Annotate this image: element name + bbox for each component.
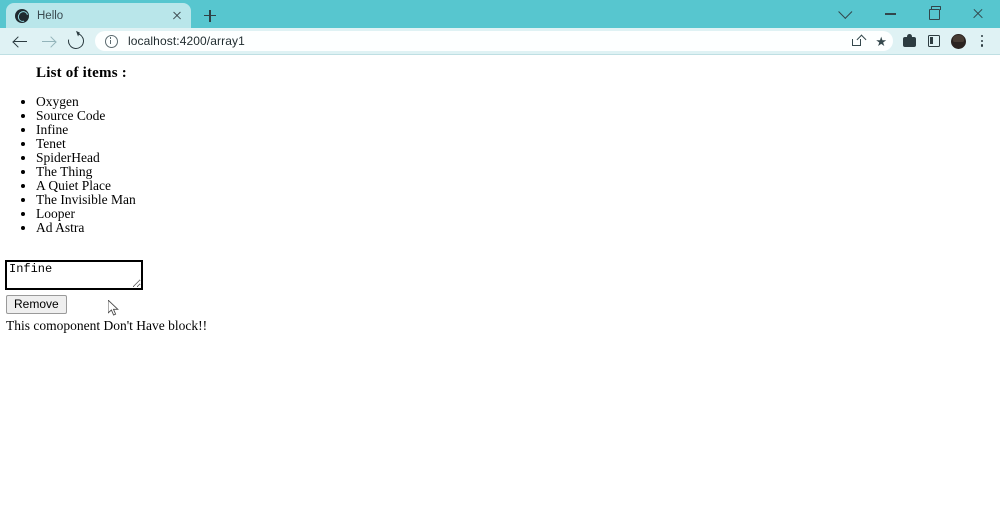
tab-search-chevron-down-icon[interactable] — [824, 0, 868, 28]
new-tab-button[interactable] — [197, 3, 223, 28]
url-text: localhost:4200/array1 — [128, 34, 245, 48]
close-window-button[interactable] — [956, 0, 1000, 28]
bookmark-star-icon[interactable]: ★ — [875, 35, 887, 48]
close-icon[interactable] — [169, 8, 185, 24]
list-item: SpiderHead — [36, 151, 136, 165]
profile-avatar[interactable] — [946, 29, 970, 53]
browser-toolbar: localhost:4200/array1 ★ — [0, 28, 1000, 55]
item-input-wrapper — [5, 260, 143, 290]
browser-window: Hello localhost:4200/array1 ★ List of it… — [0, 0, 1000, 524]
list-item: Tenet — [36, 137, 136, 151]
info-circle-icon[interactable] — [105, 34, 118, 48]
side-panel-icon[interactable] — [922, 29, 946, 53]
page-title: List of items : — [36, 65, 127, 81]
list-item: The Thing — [36, 165, 136, 179]
share-icon[interactable] — [852, 35, 865, 47]
list-item: Ad Astra — [36, 221, 136, 235]
tab-strip: Hello — [0, 0, 223, 28]
remove-button[interactable]: Remove — [6, 295, 67, 314]
list-item: Looper — [36, 207, 136, 221]
list-item: Infine — [36, 123, 136, 137]
item-name-input[interactable] — [5, 260, 143, 290]
window-controls — [824, 0, 1000, 28]
omnibox-actions: ★ — [852, 31, 887, 51]
remove-button-wrapper: Remove — [6, 295, 67, 314]
tab-title: Hello — [37, 9, 64, 22]
items-list: Oxygen Source Code Infine Tenet SpiderHe… — [36, 94, 136, 235]
forward-button[interactable] — [34, 29, 62, 53]
extensions-puzzle-icon[interactable] — [898, 29, 922, 53]
no-block-note: This comoponent Don't Have block!! — [6, 318, 208, 333]
list-item: Oxygen — [36, 94, 136, 109]
globe-icon — [15, 8, 29, 23]
list-item: A Quiet Place — [36, 179, 136, 193]
tab-hello[interactable]: Hello — [6, 3, 191, 28]
address-bar[interactable]: localhost:4200/array1 ★ — [95, 31, 893, 51]
page-viewport: List of items : Oxygen Source Code Infin… — [0, 55, 1000, 524]
mouse-cursor — [108, 300, 119, 316]
chrome-menu-kebab-icon[interactable] — [970, 29, 994, 53]
toolbar-icons — [898, 29, 994, 53]
title-bar: Hello — [0, 0, 1000, 28]
list-item: The Invisible Man — [36, 193, 136, 207]
minimize-button[interactable] — [868, 0, 912, 28]
reload-button[interactable] — [62, 29, 90, 53]
maximize-button[interactable] — [912, 0, 956, 28]
back-button[interactable] — [6, 29, 34, 53]
list-item: Source Code — [36, 108, 136, 123]
